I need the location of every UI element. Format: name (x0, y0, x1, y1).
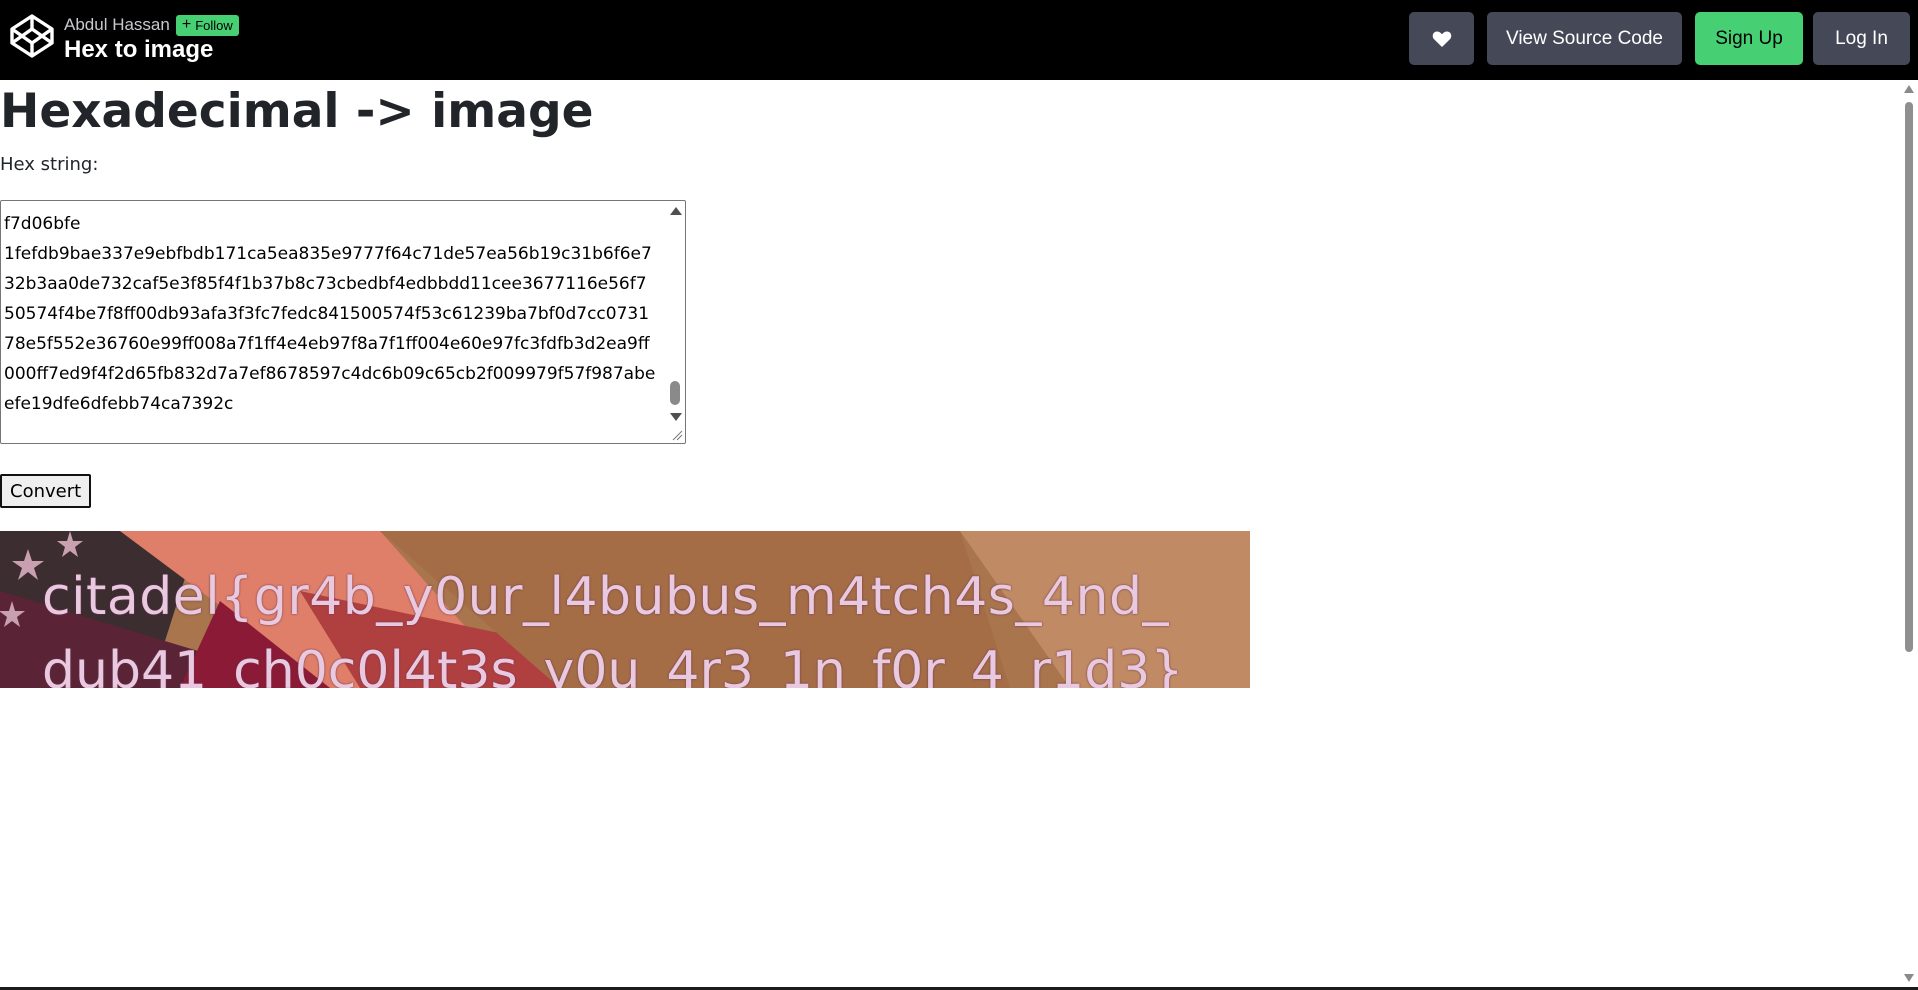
pen-title: Hex to image (64, 36, 214, 63)
sign-up-button[interactable]: Sign Up (1695, 12, 1803, 65)
hex-string-textarea[interactable]: f7d06bfe 1fefdb9bae337e9ebfbdb171ca5ea83… (0, 200, 686, 444)
scroll-down-arrow-icon[interactable] (670, 413, 682, 421)
hex-string-value: f7d06bfe 1fefdb9bae337e9ebfbdb171ca5ea83… (4, 214, 656, 414)
follow-button[interactable]: + Follow (175, 14, 239, 36)
author-line: Abdul Hassan + Follow (64, 14, 239, 36)
resize-handle-icon[interactable] (671, 429, 683, 441)
author-name[interactable]: Abdul Hassan (64, 15, 170, 35)
converted-image: citadel{gr4b_y0ur_l4bubus_m4tch4s_4nd_ d… (0, 531, 1250, 688)
convert-button[interactable]: Convert (0, 474, 92, 508)
image-flag-text-line-2: dub41_ch0c0l4t3s_y0u_4r3_1n_f0r_4_r1d3} (42, 641, 1184, 688)
image-flag-text-line-1: citadel{gr4b_y0ur_l4bubus_m4tch4s_4nd_ (42, 567, 1169, 627)
hex-string-label: Hex string: (0, 154, 99, 175)
heart-icon (1432, 30, 1451, 47)
textarea-scrollbar[interactable] (667, 203, 683, 441)
follow-label: Follow (195, 17, 233, 33)
top-bar: Abdul Hassan + Follow Hex to image View … (0, 0, 1918, 80)
page-scroll-thumb[interactable] (1905, 102, 1913, 652)
scroll-up-arrow-icon[interactable] (670, 207, 682, 215)
pen-preview: Hexadecimal -> image Hex string: f7d06bf… (0, 80, 1900, 988)
page-scroll-down-icon[interactable] (1904, 974, 1914, 982)
like-button[interactable] (1409, 12, 1474, 65)
page-scrollbar[interactable] (1900, 80, 1918, 988)
log-in-button[interactable]: Log In (1813, 12, 1910, 65)
view-source-button[interactable]: View Source Code (1487, 12, 1682, 65)
plus-icon: + (181, 16, 192, 33)
page-scroll-up-icon[interactable] (1904, 85, 1914, 93)
page-heading: Hexadecimal -> image (0, 84, 594, 139)
textarea-scroll-thumb[interactable] (670, 381, 680, 405)
codepen-logo-icon[interactable] (8, 12, 56, 60)
